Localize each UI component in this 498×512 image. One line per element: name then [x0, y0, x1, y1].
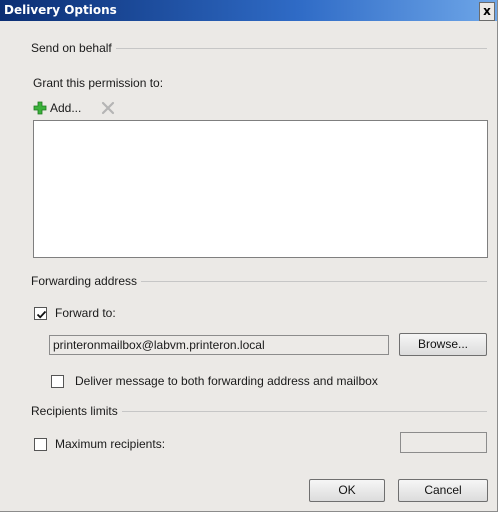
- add-button[interactable]: Add...: [33, 99, 81, 116]
- checkmark-icon: [36, 310, 47, 319]
- max-recipients-input[interactable]: [400, 432, 487, 453]
- grant-permission-label: Grant this permission to:: [33, 76, 164, 90]
- max-recipients-checkbox[interactable]: [34, 438, 47, 451]
- delivery-options-dialog: Delivery Options x Send on behalf Grant …: [0, 0, 498, 512]
- max-recipients-label: Maximum recipients:: [55, 437, 166, 451]
- send-on-behalf-group: Send on behalf: [31, 41, 487, 55]
- recipients-limits-group: Recipients limits: [31, 404, 487, 418]
- add-button-label: Add...: [50, 100, 82, 115]
- cancel-button[interactable]: Cancel: [398, 479, 488, 502]
- forward-to-label: Forward to:: [55, 306, 116, 320]
- deliver-both-checkbox[interactable]: [51, 375, 64, 388]
- browse-button[interactable]: Browse...: [399, 333, 487, 356]
- forwarding-address-label: Forwarding address: [31, 274, 142, 288]
- close-button[interactable]: x: [479, 2, 495, 21]
- recipients-limits-label: Recipients limits: [31, 404, 122, 418]
- deliver-both-label: Deliver message to both forwarding addre…: [75, 374, 378, 388]
- forwarding-address-group: Forwarding address: [31, 274, 487, 288]
- ok-button[interactable]: OK: [309, 479, 385, 502]
- remove-icon[interactable]: [101, 101, 115, 115]
- forward-to-checkbox[interactable]: [34, 307, 47, 320]
- green-plus-icon: [33, 101, 47, 115]
- window-title: Delivery Options: [4, 3, 117, 17]
- send-on-behalf-label: Send on behalf: [31, 41, 116, 55]
- title-bar[interactable]: Delivery Options x: [0, 0, 497, 21]
- forward-address-input[interactable]: printeronmailbox@labvm.printeron.local: [49, 335, 389, 355]
- permission-list[interactable]: [33, 120, 488, 258]
